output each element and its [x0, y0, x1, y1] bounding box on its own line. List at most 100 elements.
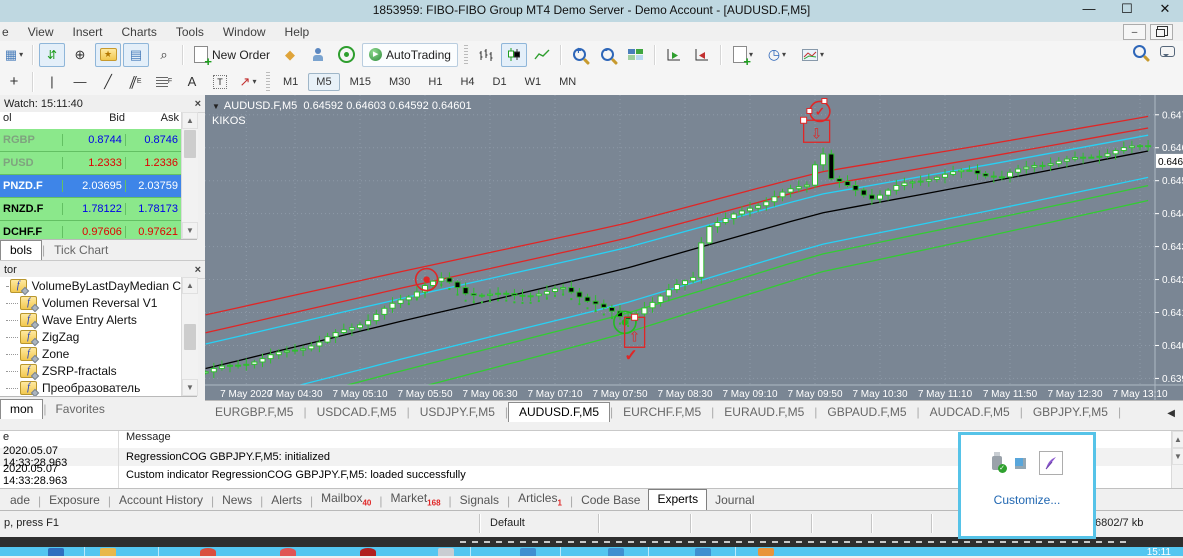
timeframe-m30-button[interactable]: M30	[381, 73, 418, 91]
timeframe-m15-button[interactable]: M15	[342, 73, 379, 91]
terminal-tab-market[interactable]: Market168	[382, 489, 448, 511]
customize-link[interactable]: Customize...	[961, 493, 1093, 507]
chart-tab-gbpjpy-f-m5[interactable]: GBPJPY.F,M5	[1023, 403, 1118, 422]
market-watch-row[interactable]: RGBP0.87440.8746	[0, 129, 181, 152]
terminal-scrollbar[interactable]: ▲ ▼	[1171, 431, 1183, 488]
chart-tab-euraud-f-m5[interactable]: EURAUD.F,M5	[714, 403, 814, 422]
terminal-tab-code-base[interactable]: Code Base	[573, 491, 648, 511]
taskbar-app-icon[interactable]	[520, 548, 536, 556]
scroll-down-icon[interactable]: ▼	[1172, 448, 1183, 465]
step-forward-button[interactable]	[661, 43, 687, 67]
usb-safely-remove-icon[interactable]: ✓	[992, 456, 1002, 470]
ask-column-header[interactable]: Ask	[125, 112, 181, 129]
navigator-item[interactable]: fZSRP-fractals	[0, 362, 181, 379]
taskbar-app-icon[interactable]	[360, 548, 376, 556]
vertical-line-button[interactable]: |	[39, 70, 65, 94]
chart-tab-usdjpy-f-m5[interactable]: USDJPY.F,M5	[410, 403, 505, 422]
scroll-down-icon[interactable]: ▼	[182, 222, 198, 239]
tabs-scroll-left-icon[interactable]: ◀	[1159, 405, 1183, 422]
text-button[interactable]: A	[179, 70, 205, 94]
windows-taskbar[interactable]: 15:11	[0, 547, 1183, 556]
templates-button[interactable]: ▾	[795, 43, 831, 67]
maximize-button[interactable]: ☐	[1115, 1, 1139, 17]
market-watch-row[interactable]: RNZD.F1.781221.78173	[0, 198, 181, 221]
menu-item-e[interactable]: e	[2, 25, 9, 39]
new-order-button[interactable]: + New Order	[189, 43, 275, 67]
chat-icon[interactable]	[1160, 46, 1175, 57]
mdi-restore-button[interactable]	[1150, 24, 1173, 40]
chart-dropdown-icon[interactable]: ▼	[212, 102, 220, 111]
data-window-button[interactable]: ⊕	[67, 43, 93, 67]
taskbar-app-icon[interactable]	[608, 548, 624, 556]
new-chart-button[interactable]: ▦▾	[1, 43, 27, 67]
horizontal-line-button[interactable]: —	[67, 70, 93, 94]
navigator-item[interactable]: fZigZag	[0, 328, 181, 345]
chart-tab-gbpaud-f-m5[interactable]: GBPAUD.F,M5	[817, 403, 916, 422]
market-watch-toggle[interactable]: ⇵	[39, 43, 65, 67]
timeframe-mn-button[interactable]: MN	[551, 73, 584, 91]
terminal-tab-news[interactable]: News	[214, 491, 260, 511]
navigator-scrollbar[interactable]: ▲ ▼	[181, 277, 198, 396]
taskbar-app-icon[interactable]	[100, 548, 116, 556]
terminal-toggle[interactable]: ▤	[123, 43, 149, 67]
navigator-item[interactable]: fVolumen Reversal V1	[0, 294, 181, 311]
taskbar-app-icon[interactable]	[48, 548, 64, 556]
periods-button[interactable]: ◷▾	[761, 43, 793, 67]
tab-mon[interactable]: mon	[0, 399, 43, 419]
tray-app-icon[interactable]	[1015, 458, 1026, 469]
price-chart[interactable]: ⇧✓✓⇩0.64740.64640.64540.64440.64340.6424…	[205, 95, 1183, 400]
scroll-up-icon[interactable]: ▲	[182, 277, 198, 294]
scroll-down-icon[interactable]: ▼	[182, 379, 198, 396]
terminal-tab-mailbox[interactable]: Mailbox40	[313, 489, 379, 511]
chart-tab-eurgbp-f-m5[interactable]: EURGBP.F,M5	[205, 403, 303, 422]
taskbar-app-icon[interactable]	[695, 548, 711, 556]
menu-item-tools[interactable]: Tools	[176, 25, 204, 39]
navigator-close-icon[interactable]: ×	[195, 264, 201, 276]
minimize-button[interactable]: —	[1077, 1, 1101, 17]
tab-bols[interactable]: bols	[0, 240, 42, 260]
bar-chart-button[interactable]	[473, 43, 499, 67]
navigator-item[interactable]: fПреобразователь	[0, 379, 181, 396]
trendline-button[interactable]: ╱	[95, 70, 121, 94]
tab-favorites[interactable]: Favorites	[46, 400, 113, 419]
chart-tab-eurchf-f-m5[interactable]: EURCHF.F,M5	[613, 403, 711, 422]
terminal-tab-journal[interactable]: Journal	[707, 491, 762, 511]
market-watch-scrollbar[interactable]: ▲ ▼	[181, 112, 198, 239]
indicators-button[interactable]: +▾	[727, 43, 759, 67]
navigator-toggle[interactable]: ★	[95, 43, 121, 67]
bid-column-header[interactable]: Bid	[63, 112, 125, 129]
zoom-in-button[interactable]: +	[567, 43, 593, 67]
timeframe-h1-button[interactable]: H1	[420, 73, 450, 91]
strategy-tester-button[interactable]: ⌕	[151, 43, 177, 67]
message-column-header[interactable]: Message	[121, 431, 171, 448]
taskbar-app-icon[interactable]	[758, 548, 774, 556]
terminal-tab-alerts[interactable]: Alerts	[263, 491, 310, 511]
expert-advisors-button[interactable]: ◆	[277, 43, 303, 67]
menu-item-insert[interactable]: Insert	[72, 25, 102, 39]
terminal-tab-articles[interactable]: Articles1	[510, 489, 570, 511]
timeframe-m5-button[interactable]: M5	[308, 73, 339, 91]
candlestick-chart-button[interactable]	[501, 43, 527, 67]
search-icon[interactable]	[1133, 45, 1146, 58]
market-watch-row[interactable]: PNZD.F2.036952.03759	[0, 175, 181, 198]
scripts-button[interactable]	[305, 43, 331, 67]
taskbar-app-icon[interactable]	[200, 548, 216, 556]
tab-tick-chart[interactable]: Tick Chart	[45, 241, 117, 260]
terminal-tab-signals[interactable]: Signals	[452, 491, 507, 511]
fibonacci-button[interactable]: F	[151, 70, 177, 94]
timeframe-w1-button[interactable]: W1	[517, 73, 550, 91]
menu-item-view[interactable]: View	[28, 25, 54, 39]
navigator-item[interactable]: fWave Entry Alerts	[0, 311, 181, 328]
crosshair-button[interactable]: +	[1, 70, 27, 94]
signals-sound-button[interactable]	[333, 43, 359, 67]
line-chart-button[interactable]	[529, 43, 555, 67]
tile-windows-button[interactable]	[623, 43, 649, 67]
mdi-minimize-button[interactable]: –	[1123, 24, 1146, 40]
taskbar-app-icon[interactable]	[438, 548, 454, 556]
menu-item-window[interactable]: Window	[223, 25, 266, 39]
timeframe-h4-button[interactable]: H4	[452, 73, 482, 91]
zoom-out-button[interactable]: -	[595, 43, 621, 67]
terminal-tab-ade[interactable]: ade	[2, 491, 38, 511]
close-button[interactable]: ✕	[1153, 1, 1177, 17]
timeframe-m1-button[interactable]: M1	[275, 73, 306, 91]
